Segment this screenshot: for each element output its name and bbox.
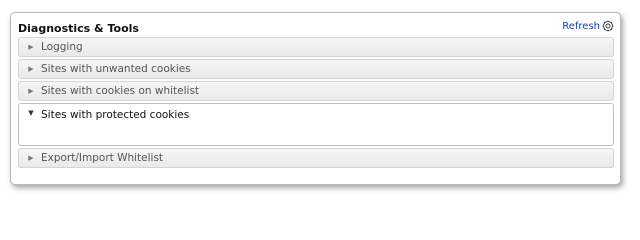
refresh-button[interactable]: Refresh: [562, 20, 614, 32]
diagnostics-tools-panel: Diagnostics & Tools Refresh ▶ Logging ▶ …: [10, 12, 621, 185]
section-whitelist-cookies[interactable]: ▶ Sites with cookies on whitelist: [18, 81, 614, 101]
triangle-right-icon: ▶: [28, 87, 34, 95]
section-unwanted-cookies[interactable]: ▶ Sites with unwanted cookies: [18, 59, 614, 79]
refresh-label: Refresh: [562, 20, 600, 32]
panel-title: Diagnostics & Tools: [18, 22, 139, 35]
triangle-right-icon: ▶: [28, 43, 34, 51]
section-label: Sites with unwanted cookies: [41, 63, 191, 75]
section-export-import-whitelist[interactable]: ▶ Export/Import Whitelist: [18, 148, 614, 168]
section-logging[interactable]: ▶ Logging: [18, 37, 614, 57]
refresh-gear-icon: [602, 20, 614, 32]
section-label: Sites with cookies on whitelist: [41, 85, 200, 97]
section-label: Logging: [41, 41, 83, 53]
section-label: Export/Import Whitelist: [41, 152, 164, 164]
triangle-down-icon: ▼: [28, 109, 34, 117]
triangle-right-icon: ▶: [28, 154, 34, 162]
accordion: ▶ Logging ▶ Sites with unwanted cookies …: [18, 37, 614, 170]
section-protected-cookies[interactable]: ▼ Sites with protected cookies: [18, 103, 614, 146]
section-label: Sites with protected cookies: [41, 109, 190, 121]
triangle-right-icon: ▶: [28, 65, 34, 73]
